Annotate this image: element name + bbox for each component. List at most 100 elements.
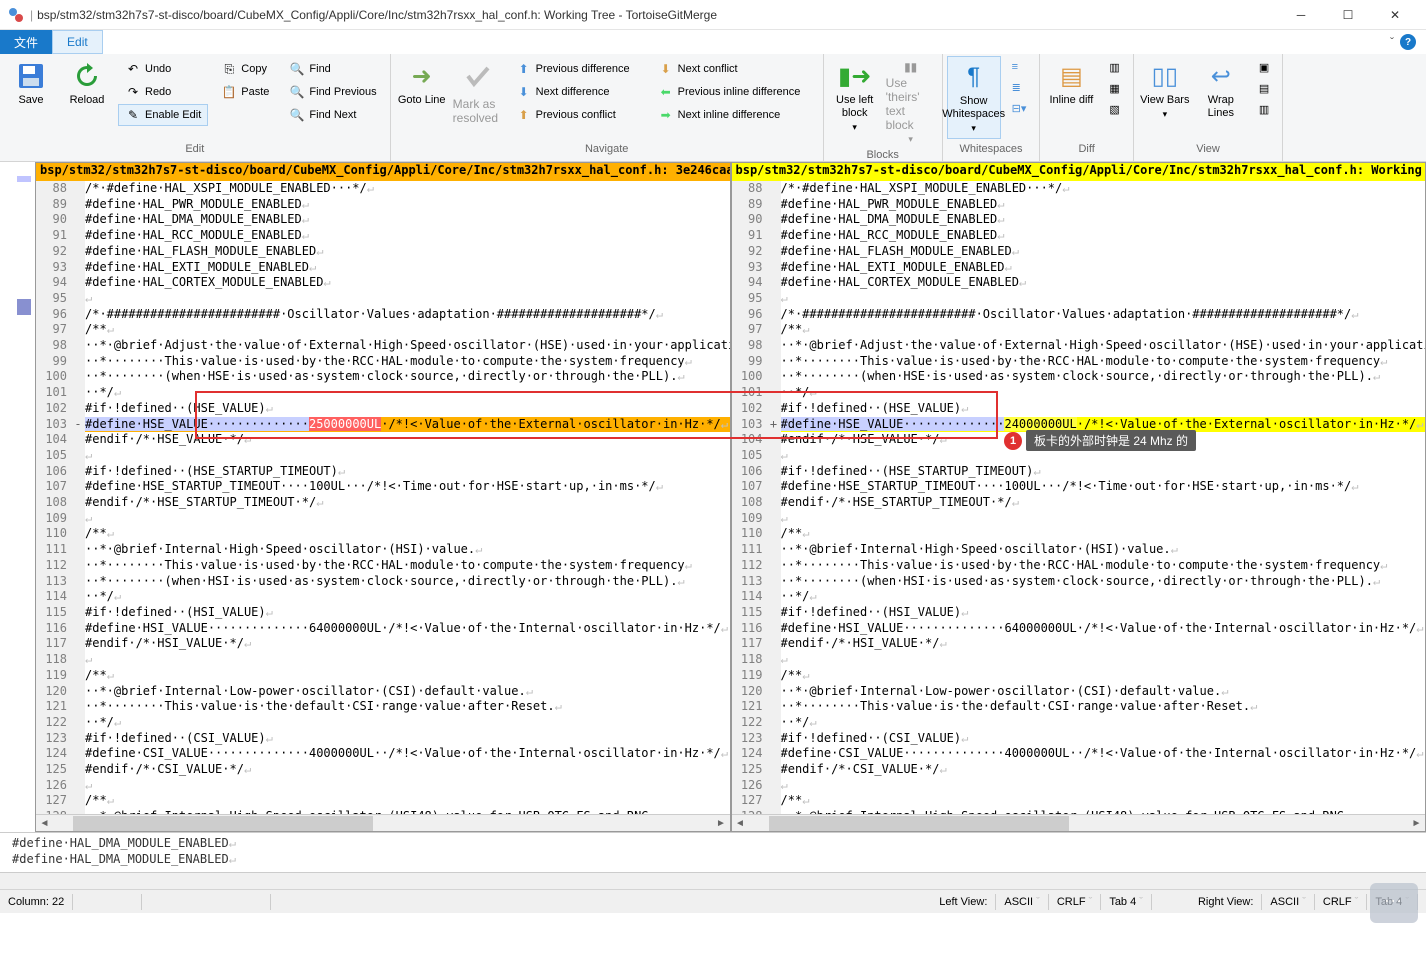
code-line[interactable]: 93#define·HAL_EXTI_MODULE_ENABLED↵ [732, 260, 1426, 276]
mark-resolved-button[interactable]: Mark as resolved [451, 56, 505, 129]
bottom-scrollbar[interactable] [0, 872, 1426, 889]
code-line[interactable]: 118↵ [36, 652, 730, 668]
code-line[interactable]: 88/*·#define·HAL_XSPI_MODULE_ENABLED···*… [732, 181, 1426, 197]
code-line[interactable]: 108#endif·/*·HSE_STARTUP_TIMEOUT·*/↵ [36, 495, 730, 511]
ws-opt3-icon[interactable]: ⊟▾ [1005, 99, 1034, 118]
code-line[interactable]: 111··*·@brief·Internal·High·Speed·oscill… [732, 542, 1426, 558]
code-line[interactable]: 88/*·#define·HAL_XSPI_MODULE_ENABLED···*… [36, 181, 730, 197]
code-line[interactable]: 119/**↵ [732, 668, 1426, 684]
enable-edit-button[interactable]: ✎Enable Edit [118, 104, 208, 126]
code-line[interactable]: 115#if·!defined··(HSI_VALUE)↵ [36, 605, 730, 621]
diff-opt2-icon[interactable]: ▦ [1102, 79, 1126, 98]
code-line[interactable]: 106#if·!defined··(HSE_STARTUP_TIMEOUT)↵ [732, 464, 1426, 480]
ws-opt1-icon[interactable]: ≡ [1005, 58, 1034, 76]
code-line[interactable]: 100··*········(when·HSE·is·used·as·syste… [732, 369, 1426, 385]
code-line[interactable]: 122··*/↵ [732, 715, 1426, 731]
file-menu[interactable]: 文件 [0, 30, 52, 54]
code-line[interactable]: 111··*·@brief·Internal·High·Speed·oscill… [36, 542, 730, 558]
use-theirs-button[interactable]: ▮▮Use 'theirs' text block▾ [884, 56, 938, 149]
code-line[interactable]: 113··*········(when·HSI·is·used·as·syste… [36, 574, 730, 590]
code-line[interactable]: 122··*/↵ [36, 715, 730, 731]
code-line[interactable]: 96/*·########################·Oscillator… [36, 307, 730, 323]
code-line[interactable]: 126↵ [732, 778, 1426, 794]
code-line[interactable]: 125#endif·/*·CSI_VALUE·*/↵ [732, 762, 1426, 778]
left-tab[interactable]: Tab 4 ˇ [1109, 896, 1143, 908]
code-line[interactable]: 116#define·HSI_VALUE··············640000… [36, 621, 730, 637]
save-button[interactable]: Save [4, 56, 58, 111]
code-line[interactable]: 99··*········This·value·is·used·by·the·R… [732, 354, 1426, 370]
code-line[interactable]: 102#if·!defined··(HSE_VALUE)↵ [732, 401, 1426, 417]
code-line[interactable]: 125#endif·/*·CSI_VALUE·*/↵ [36, 762, 730, 778]
code-line[interactable]: 115#if·!defined··(HSI_VALUE)↵ [732, 605, 1426, 621]
code-line[interactable]: 121··*········This·value·is·the·default·… [732, 699, 1426, 715]
goto-line-button[interactable]: ➜Goto Line [395, 56, 449, 111]
prev-inline-button[interactable]: ⬅Previous inline difference [651, 81, 817, 103]
code-line[interactable]: 117#endif·/*·HSI_VALUE·*/↵ [36, 636, 730, 652]
code-line[interactable]: 95↵ [36, 291, 730, 307]
left-scrollbar[interactable]: ◄► [36, 814, 730, 831]
code-line[interactable]: 127/**↵ [36, 793, 730, 809]
code-line[interactable]: 98··*·@brief·Adjust·the·value·of·Externa… [36, 338, 730, 354]
find-next-button[interactable]: 🔍Find Next [282, 104, 383, 126]
redo-button[interactable]: ↷Redo [118, 81, 208, 103]
code-line[interactable]: 102#if·!defined··(HSE_VALUE)↵ [36, 401, 730, 417]
right-encoding[interactable]: ASCII ˇ [1270, 896, 1305, 908]
code-line[interactable]: 92#define·HAL_FLASH_MODULE_ENABLED↵ [36, 244, 730, 260]
code-line[interactable]: 120··*·@brief·Internal·Low-power·oscilla… [36, 684, 730, 700]
code-line[interactable]: 112··*········This·value·is·used·by·the·… [36, 558, 730, 574]
code-line[interactable]: 89#define·HAL_PWR_MODULE_ENABLED↵ [36, 197, 730, 213]
ws-opt2-icon[interactable]: ≣ [1005, 78, 1034, 97]
code-line[interactable]: 108#endif·/*·HSE_STARTUP_TIMEOUT·*/↵ [732, 495, 1426, 511]
close-button[interactable]: ✕ [1372, 1, 1418, 29]
view-opt2-icon[interactable]: ▤ [1252, 79, 1276, 98]
code-line[interactable]: 92#define·HAL_FLASH_MODULE_ENABLED↵ [732, 244, 1426, 260]
diff-opt1-icon[interactable]: ▥ [1102, 58, 1126, 77]
code-line[interactable]: 110/**↵ [36, 526, 730, 542]
code-line[interactable]: 123#if·!defined··(CSI_VALUE)↵ [732, 731, 1426, 747]
code-line[interactable]: 112··*········This·value·is·used·by·the·… [732, 558, 1426, 574]
code-line[interactable]: 96/*·########################·Oscillator… [732, 307, 1426, 323]
next-conflict-button[interactable]: ⬇Next conflict [651, 58, 817, 80]
left-encoding[interactable]: ASCII ˇ [1004, 896, 1039, 908]
code-line[interactable]: 120··*·@brief·Internal·Low-power·oscilla… [732, 684, 1426, 700]
left-code[interactable]: 88/*·#define·HAL_XSPI_MODULE_ENABLED···*… [36, 181, 730, 814]
code-line[interactable]: 128··*·@brief·Internal·High·Speed·oscill… [36, 809, 730, 814]
view-opt1-icon[interactable]: ▣ [1252, 58, 1276, 77]
code-line[interactable]: 101··*/↵ [36, 385, 730, 401]
code-line[interactable]: 124#define·CSI_VALUE··············400000… [36, 746, 730, 762]
code-line[interactable]: 114··*/↵ [732, 589, 1426, 605]
undo-button[interactable]: ↶Undo [118, 58, 208, 80]
code-line[interactable]: 127/**↵ [732, 793, 1426, 809]
code-line[interactable]: 117#endif·/*·HSI_VALUE·*/↵ [732, 636, 1426, 652]
right-code[interactable]: 88/*·#define·HAL_XSPI_MODULE_ENABLED···*… [732, 181, 1426, 814]
code-line[interactable]: 98··*·@brief·Adjust·the·value·of·Externa… [732, 338, 1426, 354]
code-line[interactable]: 91#define·HAL_RCC_MODULE_ENABLED↵ [36, 228, 730, 244]
code-line[interactable]: 113··*········(when·HSI·is·used·as·syste… [732, 574, 1426, 590]
prev-conflict-button[interactable]: ⬆Previous conflict [509, 104, 645, 126]
code-line[interactable]: 128··*·@brief·Internal·High·Speed·oscill… [732, 809, 1426, 814]
edit-menu[interactable]: Edit [52, 30, 103, 54]
code-line[interactable]: 107#define·HSE_STARTUP_TIMEOUT····100UL·… [732, 479, 1426, 495]
code-line[interactable]: 90#define·HAL_DMA_MODULE_ENABLED↵ [36, 212, 730, 228]
locator-bar[interactable] [0, 162, 35, 832]
code-line[interactable]: 109↵ [36, 511, 730, 527]
maximize-button[interactable]: ☐ [1325, 1, 1371, 29]
code-line[interactable]: 91#define·HAL_RCC_MODULE_ENABLED↵ [732, 228, 1426, 244]
diff-opt3-icon[interactable]: ▧ [1102, 100, 1126, 119]
code-line[interactable]: 107#define·HSE_STARTUP_TIMEOUT····100UL·… [36, 479, 730, 495]
find-previous-button[interactable]: 🔍Find Previous [282, 81, 383, 103]
code-line[interactable]: 103-#define·HSE_VALUE··············25000… [36, 417, 730, 433]
code-line[interactable]: 90#define·HAL_DMA_MODULE_ENABLED↵ [732, 212, 1426, 228]
use-left-block-button[interactable]: ▮➜Use left block▾ [828, 56, 882, 137]
code-line[interactable]: 94#define·HAL_CORTEX_MODULE_ENABLED↵ [36, 275, 730, 291]
code-line[interactable]: 99··*········This·value·is·used·by·the·R… [36, 354, 730, 370]
code-line[interactable]: 124#define·CSI_VALUE··············400000… [732, 746, 1426, 762]
collapse-ribbon-icon[interactable]: ˇ [1390, 35, 1394, 49]
code-line[interactable]: 116#define·HSI_VALUE··············640000… [732, 621, 1426, 637]
view-opt3-icon[interactable]: ▥ [1252, 100, 1276, 119]
next-inline-button[interactable]: ➡Next inline difference [651, 104, 817, 126]
code-line[interactable]: 119/**↵ [36, 668, 730, 684]
code-line[interactable]: 97/**↵ [36, 322, 730, 338]
code-line[interactable]: 123#if·!defined··(CSI_VALUE)↵ [36, 731, 730, 747]
code-line[interactable]: 93#define·HAL_EXTI_MODULE_ENABLED↵ [36, 260, 730, 276]
